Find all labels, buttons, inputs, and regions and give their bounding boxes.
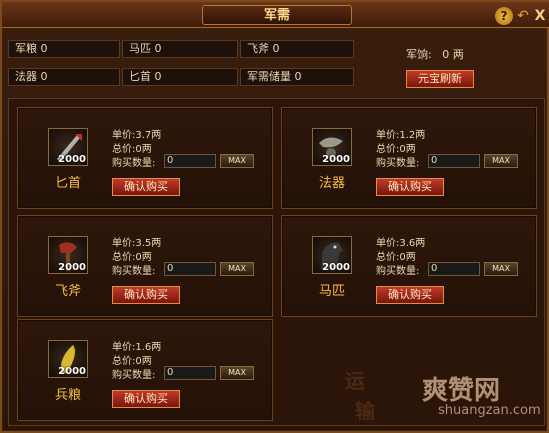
confirm-buy-button[interactable]: 确认购买 xyxy=(112,286,180,304)
item-qty: 2000 xyxy=(58,262,86,273)
confirm-buy-button[interactable]: 确认购买 xyxy=(376,286,444,304)
window-title: 军需 xyxy=(202,5,352,25)
window-frame: 军需 ? ↶ X 军粮 0 马匹 0 飞斧 0 法器 0 匕首 0 军需储量 0… xyxy=(0,0,549,433)
refresh-button[interactable]: 元宝刷新 xyxy=(406,70,474,88)
magic-tool-icon: 2000 xyxy=(312,128,352,166)
background-text: 运 xyxy=(345,369,365,393)
quantity-input[interactable]: 0 xyxy=(164,262,216,276)
quantity-input[interactable]: 0 xyxy=(428,262,480,276)
stat-axe: 飞斧 0 xyxy=(240,40,354,58)
stat-grain: 军粮 0 xyxy=(8,40,120,58)
stat-magic: 法器 0 xyxy=(8,68,120,86)
dagger-icon: 2000 xyxy=(48,128,88,166)
item-name: 法器 xyxy=(318,176,345,191)
quantity-input[interactable]: 0 xyxy=(428,154,480,168)
max-button[interactable]: MAX xyxy=(220,154,254,168)
stat-horse: 马匹 0 xyxy=(122,40,238,58)
item-card-axe: 2000 飞斧 单价:3.5两 总价:0两 购买数量: 0 MAX 确认购买 xyxy=(17,215,273,317)
item-card-horse: 2000 马匹 单价:3.6两 总价:0两 购买数量: 0 MAX 确认购买 xyxy=(281,215,537,317)
item-card-dagger: 2000 匕首 单价:3.7两 总价:0两 购买数量: 0 MAX 确认购买 xyxy=(17,107,273,209)
watermark: 爽赞网 xyxy=(422,376,501,406)
back-arrow-icon[interactable]: ↶ xyxy=(516,7,530,25)
grain-icon: 2000 xyxy=(48,340,88,378)
item-name: 匕首 xyxy=(54,176,81,191)
close-icon[interactable]: X xyxy=(532,7,548,25)
stats-panel: 军粮 0 马匹 0 飞斧 0 法器 0 匕首 0 军需储量 0 xyxy=(8,40,354,88)
item-qty: 2000 xyxy=(322,154,350,165)
item-card-magic-tool: 2000 法器 单价:1.2两 总价:0两 购买数量: 0 MAX 确认购买 xyxy=(281,107,537,209)
horse-icon: 2000 xyxy=(312,236,352,274)
item-name: 飞斧 xyxy=(54,284,81,299)
help-icon[interactable]: ? xyxy=(495,7,513,25)
max-button[interactable]: MAX xyxy=(484,154,518,168)
item-qty: 2000 xyxy=(322,262,350,273)
stat-reserve: 军需储量 0 xyxy=(240,68,354,86)
item-qty: 2000 xyxy=(58,366,86,377)
item-card-grain: 2000 兵粮 单价:1.6两 总价:0两 购买数量: 0 MAX 确认购买 xyxy=(17,319,273,421)
quantity-input[interactable]: 0 xyxy=(164,366,216,380)
watermark-url: shuangzan.com xyxy=(438,403,541,418)
background-text: 输 xyxy=(355,399,375,423)
item-name: 马匹 xyxy=(318,284,345,299)
stat-dagger: 匕首 0 xyxy=(122,68,238,86)
title-bar: 军需 ? ↶ X xyxy=(2,2,549,28)
confirm-buy-button[interactable]: 确认购买 xyxy=(112,390,180,408)
quantity-input[interactable]: 0 xyxy=(164,154,216,168)
max-button[interactable]: MAX xyxy=(220,262,254,276)
item-name: 兵粮 xyxy=(54,388,81,403)
confirm-buy-button[interactable]: 确认购买 xyxy=(376,178,444,196)
confirm-buy-button[interactable]: 确认购买 xyxy=(112,178,180,196)
max-button[interactable]: MAX xyxy=(484,262,518,276)
max-button[interactable]: MAX xyxy=(220,366,254,380)
pay-display: 军饷: 0 两 xyxy=(406,48,464,61)
axe-icon: 2000 xyxy=(48,236,88,274)
item-qty: 2000 xyxy=(58,154,86,165)
